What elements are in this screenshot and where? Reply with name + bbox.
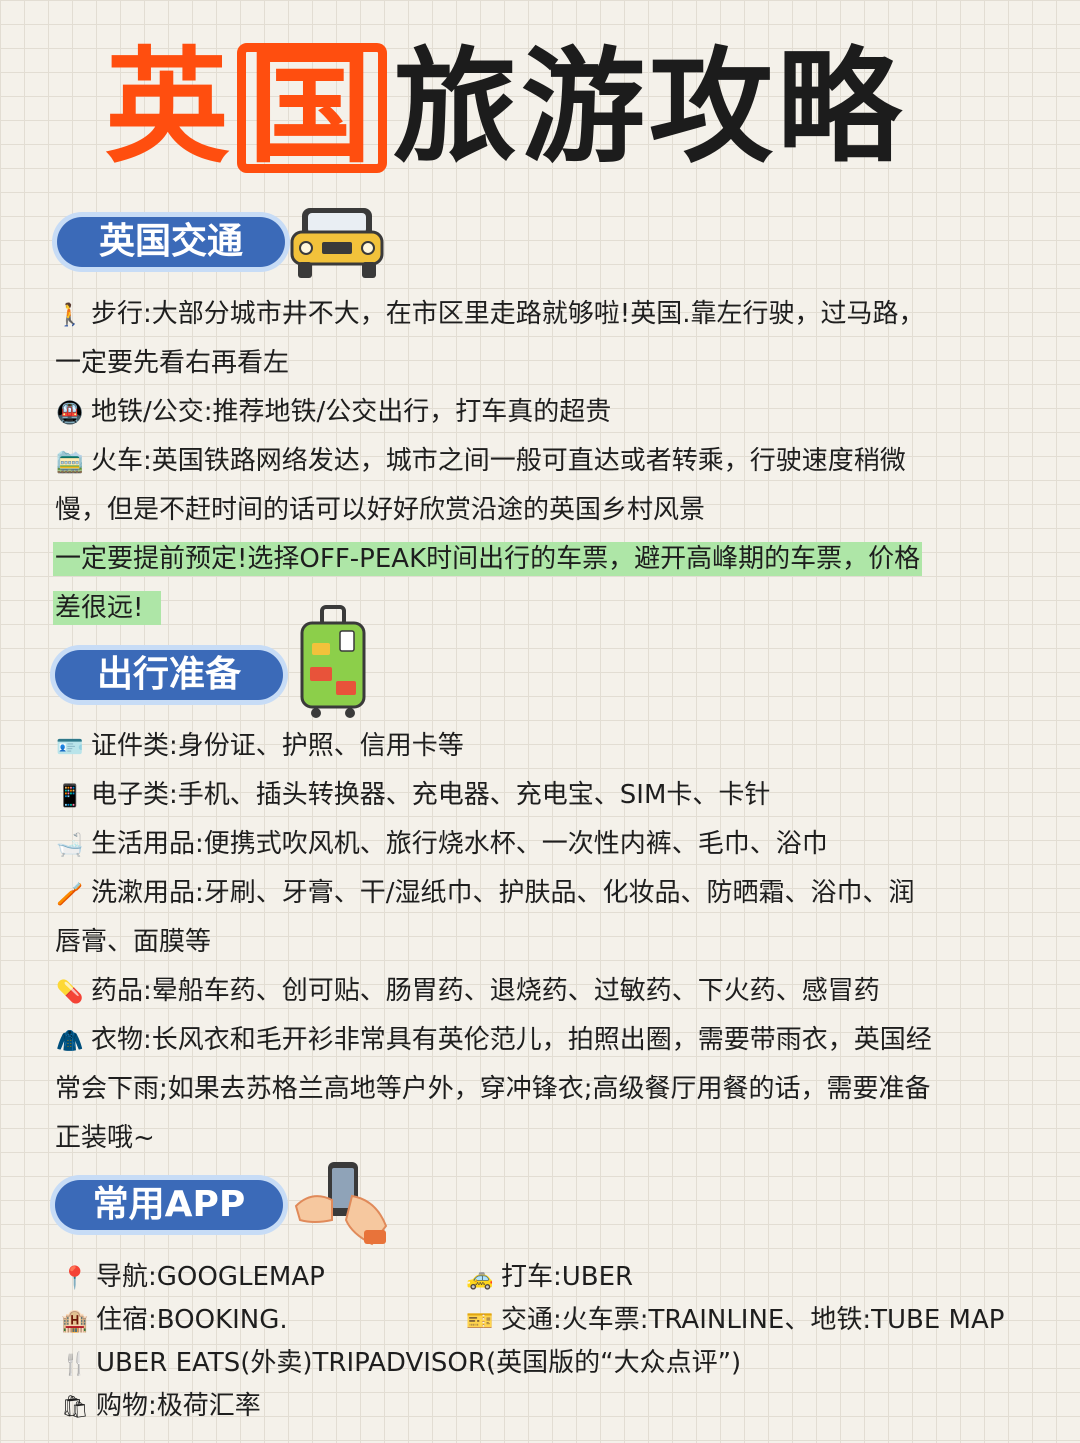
pill-icon: 💊 [56,980,84,1005]
car-icon [290,208,384,278]
prep-clothes-line: 🧥 衣物:长风衣和毛开衫非常具有英伦范儿，拍照出圈，需要带雨衣，英国经 [55,1023,931,1059]
prep-clothes-line-2: 常会下雨;如果去苏格兰高地等户外，穿冲锋衣;高级餐厅用餐的话，需要准备 [55,1074,931,1104]
transport-highlight-line-2: 差很远! [53,591,162,625]
phone-icon: 📱 [56,784,84,809]
title-part2: 国 [237,43,388,173]
prep-clothes-line-3: 正装哦~ [55,1123,155,1153]
taxi-icon: 🚕 [466,1266,494,1291]
transport-walk-line: 🚶 步行:大部分城市井不大，在市区里走路就够啦!英国.靠左行驶，过马路， [55,297,924,333]
prep-docs-line: 🪪 证件类:身份证、护照、信用卡等 [55,729,463,765]
section-heading-transport: 英国交通 [57,217,285,267]
title-part1: 英 [105,36,234,180]
pin-icon: 📍 [61,1266,89,1291]
transport-train-line: 🚞 火车:英国铁路网络发达，城市之间一般可直达或者转乘，行驶速度稍微 [55,444,905,480]
title-part3: 旅游攻略 [393,36,906,180]
app-nav-line: 📍 导航:GOOGLEMAP [60,1260,325,1296]
section-heading-apps: 常用APP [55,1180,283,1230]
train-icon: 🚞 [56,450,84,475]
app-transit-line: 🎫 交通:火车票:TRAINLINE、地铁:TUBE MAP [465,1303,1004,1339]
coat-icon: 🧥 [56,1029,84,1054]
shopping-bag-icon: 🛍 [61,1395,89,1420]
hotel-icon: 🏨 [61,1309,89,1334]
toothbrush-icon: 🪥 [56,882,84,907]
app-stay-line: 🏨 住宿:BOOKING. [60,1303,287,1339]
page-title: 英国旅游攻略 [105,38,905,178]
transport-highlight-line: 一定要提前预定!选择OFF-PEAK时间出行的车票，避开高峰期的车票，价格 [53,542,923,576]
app-shop-line: 🛍 购物:极荷汇率 [60,1389,261,1425]
food-icon: 🍴 [61,1352,89,1377]
app-taxi-line: 🚕 打车:UBER [465,1260,633,1296]
prep-daily-line: 🛁 生活用品:便携式吹风机、旅行烧水杯、一次性内裤、毛巾、浴巾 [55,827,827,863]
ticket-icon: 🎫 [466,1309,494,1334]
prep-electronics-line: 📱 电子类:手机、插头转换器、充电器、充电宝、SIM卡、卡针 [55,778,770,814]
section-heading-prep: 出行准备 [55,650,283,700]
id-card-icon: 🪪 [56,735,84,760]
prep-medicine-line: 💊 药品:晕船车药、创可贴、肠胃药、退烧药、过敏药、下火药、感冒药 [55,974,879,1010]
prep-toiletries-line: 🪥 洗漱用品:牙刷、牙膏、干/湿纸巾、护肤品、化妆品、防晒霜、浴巾、润 [55,876,914,912]
bathtub-icon: 🛁 [56,833,84,858]
metro-icon: 🚇 [56,401,84,426]
transport-train-line-2: 慢，但是不赶时间的话可以好好欣赏沿途的英国乡村风景 [55,495,706,525]
app-eats-line: 🍴 UBER EATS(外卖)TRIPADVISOR(英国版的“大众点评”) [60,1346,741,1382]
prep-toiletries-line-2: 唇膏、面膜等 [55,927,212,957]
walking-person-icon: 🚶 [56,303,84,328]
transport-walk-line-2: 一定要先看右再看左 [55,348,290,378]
suitcase-icon [300,605,366,718]
hand-phone-icon [294,1162,388,1246]
transport-metro-line: 🚇 地铁/公交:推荐地铁/公交出行，打车真的超贵 [55,395,611,431]
